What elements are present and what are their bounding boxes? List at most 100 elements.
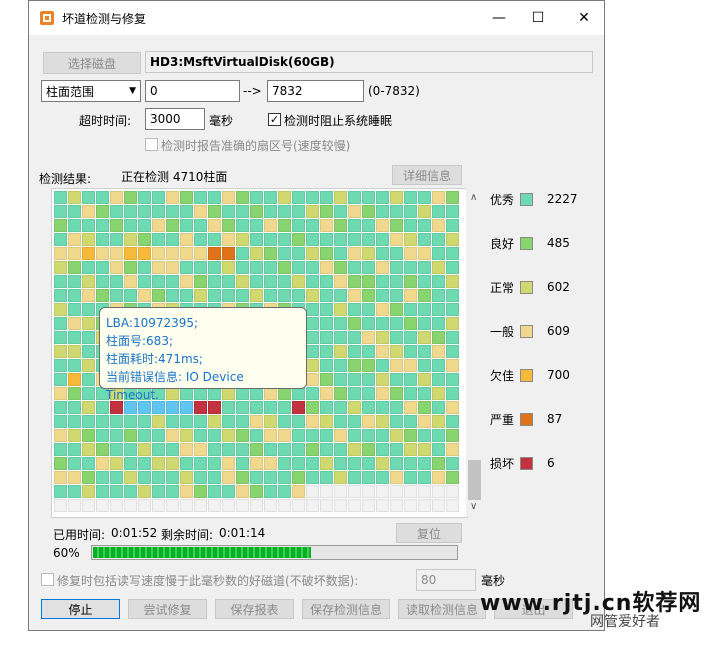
cylinder-cell	[390, 261, 403, 274]
cylinder-cell	[68, 429, 81, 442]
legend-count: 485	[547, 236, 570, 250]
select-disk-button[interactable]: 选择磁盘	[43, 52, 141, 74]
cylinder-cell	[390, 429, 403, 442]
cylinder-cell	[376, 443, 389, 456]
cylinder-cell	[418, 345, 431, 358]
legend-label: 正常	[490, 280, 515, 295]
cylinder-cell	[166, 233, 179, 246]
cylinder-cell	[68, 415, 81, 428]
timeout-input[interactable]: 3000	[145, 108, 205, 130]
scroll-down-icon[interactable]: ∨	[470, 501, 477, 512]
cylinder-cell	[292, 485, 305, 498]
cylinder-cell	[348, 401, 361, 414]
range-start-input[interactable]: 0	[145, 80, 240, 102]
cylinder-cell	[306, 233, 319, 246]
cylinder-cell	[138, 233, 151, 246]
cylinder-cell	[54, 387, 67, 400]
cylinder-cell	[446, 247, 459, 260]
legend-swatch	[520, 324, 533, 338]
scroll-thumb[interactable]	[468, 460, 481, 500]
cylinder-cell	[54, 457, 67, 470]
cylinder-cell	[96, 233, 109, 246]
cylinder-cell	[180, 415, 193, 428]
read-info-button[interactable]: 读取检测信息	[398, 599, 486, 619]
cylinder-cell	[306, 499, 319, 512]
detail-button[interactable]: 详细信息	[392, 165, 462, 185]
range-type-select[interactable]: 柱面范围 ▼	[41, 80, 141, 102]
legend-item: 严重 87	[490, 409, 562, 429]
scroll-up-icon[interactable]: ∧	[470, 192, 477, 203]
prevent-sleep-checkbox[interactable]: ✓	[268, 113, 281, 126]
cylinder-cell	[432, 401, 445, 414]
save-info-button[interactable]: 保存检测信息	[302, 599, 390, 619]
cylinder-cell	[236, 429, 249, 442]
cylinder-cell	[68, 345, 81, 358]
cylinder-cell	[250, 247, 263, 260]
report-sector-checkbox[interactable]	[145, 138, 158, 151]
cylinder-cell	[418, 191, 431, 204]
cylinder-cell	[292, 415, 305, 428]
cylinder-cell	[68, 331, 81, 344]
cylinder-cell	[152, 261, 165, 274]
cylinder-cell	[222, 247, 235, 260]
cylinder-cell	[180, 191, 193, 204]
cylinder-cell	[278, 289, 291, 302]
cylinder-cell	[166, 429, 179, 442]
cylinder-cell	[418, 499, 431, 512]
cylinder-cell	[292, 219, 305, 232]
legend-swatch	[520, 192, 533, 206]
cylinder-cell	[376, 317, 389, 330]
cylinder-cell	[432, 387, 445, 400]
cylinder-cell	[54, 331, 67, 344]
cylinder-cell	[124, 233, 137, 246]
cylinder-cell	[432, 219, 445, 232]
cylinder-cell	[348, 289, 361, 302]
cylinder-cell	[96, 289, 109, 302]
cylinder-cell	[68, 485, 81, 498]
cylinder-cell	[404, 219, 417, 232]
cylinder-cell	[180, 247, 193, 260]
cylinder-cell	[334, 443, 347, 456]
cylinder-cell	[404, 429, 417, 442]
repair-option-checkbox[interactable]	[41, 573, 54, 586]
tooltip-cylinder: 柱面号:683;	[106, 334, 173, 348]
cylinder-cell	[124, 443, 137, 456]
maximize-button[interactable]: ☐	[518, 1, 558, 35]
cylinder-cell	[446, 401, 459, 414]
cylinder-cell	[278, 219, 291, 232]
save-report-button[interactable]: 保存报表	[215, 599, 294, 619]
legend-item: 欠佳 700	[490, 365, 570, 385]
repair-ms-input[interactable]: 80	[416, 569, 476, 591]
cylinder-cell	[264, 219, 277, 232]
map-scrollbar[interactable]: ∧ ∨	[466, 188, 483, 516]
cylinder-cell	[306, 191, 319, 204]
cylinder-cell	[180, 457, 193, 470]
reset-button[interactable]: 复位	[396, 523, 462, 543]
cylinder-cell	[292, 499, 305, 512]
cylinder-cell	[362, 275, 375, 288]
range-end-input[interactable]: 7832	[267, 80, 364, 102]
cylinder-cell	[110, 205, 123, 218]
stop-button[interactable]: 停止	[41, 599, 120, 619]
cylinder-cell	[278, 443, 291, 456]
cylinder-cell	[264, 191, 277, 204]
try-repair-button[interactable]: 尝试修复	[128, 599, 207, 619]
cylinder-cell	[376, 219, 389, 232]
cylinder-cell	[320, 443, 333, 456]
close-button[interactable]: ✕	[564, 1, 604, 35]
cylinder-cell	[250, 233, 263, 246]
cylinder-cell	[348, 275, 361, 288]
cylinder-cell	[334, 233, 347, 246]
legend-label: 欠佳	[490, 368, 515, 383]
cylinder-cell	[432, 261, 445, 274]
cylinder-cell	[292, 233, 305, 246]
cylinder-cell	[418, 317, 431, 330]
cylinder-cell	[194, 275, 207, 288]
cylinder-cell	[404, 345, 417, 358]
cylinder-cell	[348, 415, 361, 428]
minimize-button[interactable]: —	[479, 1, 519, 35]
remaining-label: 剩余时间:	[161, 528, 214, 542]
cylinder-cell	[418, 471, 431, 484]
cylinder-cell	[194, 415, 207, 428]
cylinder-cell	[250, 219, 263, 232]
